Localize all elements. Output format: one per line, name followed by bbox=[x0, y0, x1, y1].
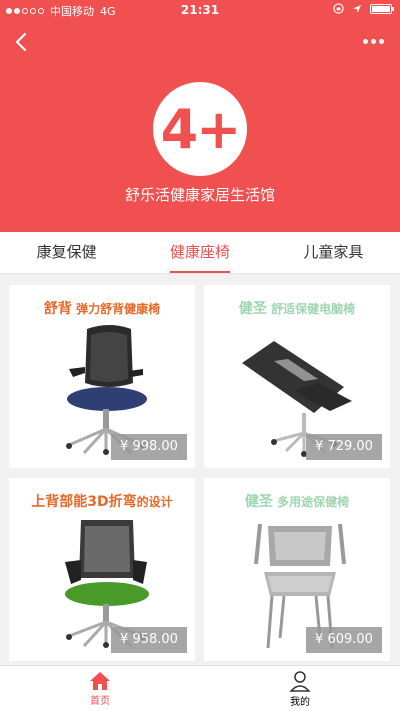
product-price: ¥ 609.00 bbox=[306, 627, 382, 653]
caption-highlight: 健圣 bbox=[238, 301, 267, 317]
product-caption: 舒背 弹力舒背健康椅 bbox=[9, 298, 195, 318]
caption-highlight: 上背部能3D折弯 bbox=[31, 494, 137, 510]
category-tabs: 康复保健 健康座椅 儿童家具 bbox=[0, 232, 400, 274]
user-icon bbox=[289, 670, 311, 692]
tab-rehab-care[interactable]: 康复保健 bbox=[0, 232, 133, 273]
store-name: 舒乐活健康家居生活馆 bbox=[124, 186, 275, 204]
more-button[interactable] bbox=[360, 34, 386, 48]
product-caption: 上背部能3D折弯的设计 bbox=[9, 491, 195, 511]
caption-highlight: 健圣 bbox=[244, 494, 273, 510]
product-card[interactable]: 舒背 弹力舒背健康椅 ¥ 998.00 bbox=[9, 285, 195, 468]
tab-health-chairs[interactable]: 健康座椅 bbox=[133, 232, 266, 273]
location-icon bbox=[353, 4, 361, 13]
bottom-nav: 首页 我的 bbox=[0, 665, 400, 711]
product-price: ¥ 998.00 bbox=[111, 434, 187, 460]
nav-profile-label: 我的 bbox=[290, 696, 310, 708]
tab-kids-furniture[interactable]: 儿童家具 bbox=[267, 232, 400, 273]
caption-text: 的设计 bbox=[136, 495, 173, 509]
caption-text: 舒适保健电脑椅 bbox=[266, 302, 356, 316]
caption-highlight: 舒背 bbox=[43, 301, 72, 317]
back-button[interactable] bbox=[10, 30, 34, 54]
chevron-left-icon bbox=[15, 32, 27, 52]
product-card[interactable]: 上背部能3D折弯的设计 ¥ 958.00 bbox=[9, 478, 195, 661]
logo-text: 4+ bbox=[160, 97, 242, 161]
nav-profile[interactable]: 我的 bbox=[200, 666, 400, 711]
product-price: ¥ 729.00 bbox=[306, 434, 382, 460]
lock-rotation-icon bbox=[333, 3, 344, 14]
product-caption: 健圣 多用途保健椅 bbox=[204, 491, 390, 511]
caption-text: 弹力舒背健康椅 bbox=[71, 302, 161, 316]
status-bar: 中国移动 4G 21:31 bbox=[0, 0, 400, 20]
nav-home[interactable]: 首页 bbox=[0, 666, 200, 711]
more-icon bbox=[362, 38, 368, 44]
product-price: ¥ 958.00 bbox=[111, 627, 187, 653]
store-header: 中国移动 4G 21:31 4+ 舒乐活健康家居生活馆 bbox=[0, 0, 400, 232]
battery-icon bbox=[370, 3, 394, 14]
product-caption: 健圣 舒适保健电脑椅 bbox=[204, 298, 390, 318]
product-card[interactable]: 健圣 多用途保健椅 ¥ 609.00 bbox=[204, 478, 390, 661]
product-card[interactable]: 健圣 舒适保健电脑椅 ¥ 729.00 bbox=[204, 285, 390, 468]
caption-text: 多用途保健椅 bbox=[272, 495, 350, 509]
home-icon bbox=[90, 671, 110, 690]
store-logo: 4+ bbox=[153, 82, 247, 176]
nav-home-label: 首页 bbox=[90, 695, 110, 707]
